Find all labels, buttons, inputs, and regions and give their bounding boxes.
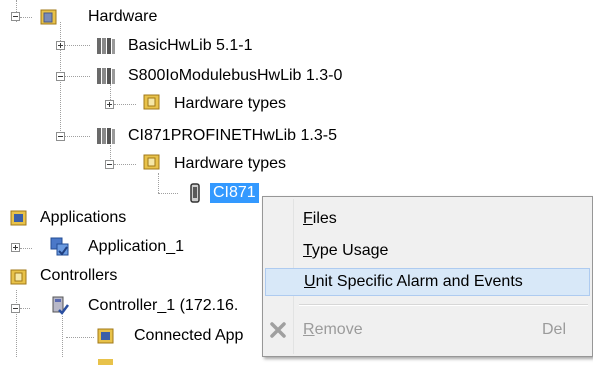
tree-line xyxy=(20,17,32,18)
tree-item-applications[interactable]: Applications xyxy=(40,208,126,228)
tree-line xyxy=(20,308,30,309)
controller-icon xyxy=(50,296,70,321)
menu-item-remove[interactable]: Remove Del xyxy=(265,316,590,344)
collapse-toggle[interactable] xyxy=(56,72,65,81)
tree-item-hardware[interactable]: Hardware xyxy=(88,7,157,27)
menu-item-remove-label: Remove xyxy=(303,321,363,339)
tree-item-s800iomodulebushwlib[interactable]: S800IoModulebusHwLib 1.3-0 xyxy=(128,66,342,86)
hardware-unit-icon xyxy=(188,183,202,208)
folder-icon xyxy=(40,8,58,31)
library-icon xyxy=(95,36,117,61)
menu-item-unit-alarm-label: Unit Specific Alarm and Events xyxy=(304,273,523,291)
tree-item-application-1[interactable]: Application_1 xyxy=(88,237,184,257)
tree-item-ci871[interactable]: CI871 xyxy=(210,183,259,203)
label-rest: ype Usage xyxy=(311,242,389,259)
tree-item-controllers[interactable]: Controllers xyxy=(40,266,117,286)
folder-icon xyxy=(143,153,161,176)
tree-line xyxy=(64,76,90,77)
collapse-toggle[interactable] xyxy=(105,160,114,169)
label-rest: iles xyxy=(312,210,337,227)
tree-item-hardware-types[interactable]: Hardware types xyxy=(174,94,286,114)
application-icon xyxy=(97,327,115,350)
folder-icon xyxy=(10,268,28,291)
folder-icon xyxy=(97,352,115,370)
tree-line xyxy=(64,136,90,137)
tree-line xyxy=(158,193,178,194)
menu-item-files[interactable]: Files xyxy=(265,205,590,233)
menu-item-type-usage-label: Type Usage xyxy=(303,242,388,260)
application-icon xyxy=(10,209,28,232)
tree-line xyxy=(16,290,17,357)
tree-line xyxy=(114,164,136,165)
library-icon xyxy=(95,126,117,151)
remove-icon xyxy=(269,321,289,344)
collapse-toggle[interactable] xyxy=(11,304,20,313)
tree-item-ci871profinethwlib[interactable]: CI871PROFINETHwLib 1.3-5 xyxy=(128,126,337,146)
expand-toggle[interactable] xyxy=(105,100,114,109)
menu-item-files-label: Files xyxy=(303,210,337,228)
application-icon xyxy=(50,237,70,262)
tree-line xyxy=(158,173,159,193)
mnemonic: R xyxy=(303,321,315,338)
mnemonic: F xyxy=(303,210,313,227)
tree-item-connected-applications[interactable]: Connected App xyxy=(134,326,243,346)
tree-item-basichwlib[interactable]: BasicHwLib 5.1-1 xyxy=(128,36,253,56)
tree-line xyxy=(114,104,136,105)
library-icon xyxy=(95,66,117,91)
tree-line xyxy=(20,248,32,249)
collapse-toggle[interactable] xyxy=(11,12,20,21)
menu-item-remove-shortcut: Del xyxy=(541,321,566,338)
mnemonic: T xyxy=(303,242,312,259)
tree-line xyxy=(62,316,63,357)
menu-item-unit-specific-alarm-and-events[interactable]: Unit Specific Alarm and Events xyxy=(265,268,590,296)
expand-toggle[interactable] xyxy=(11,243,20,252)
tree-line xyxy=(64,45,90,46)
tree-item-controller-1[interactable]: Controller_1 (172.16. xyxy=(88,296,238,316)
mnemonic: U xyxy=(304,273,316,290)
tree-item-hardware-types[interactable]: Hardware types xyxy=(174,154,286,174)
expand-toggle[interactable] xyxy=(56,41,65,50)
context-menu: Files Type Usage Unit Specific Alarm and… xyxy=(262,196,593,357)
tree-line xyxy=(66,337,94,338)
menu-item-type-usage[interactable]: Type Usage xyxy=(265,237,590,265)
folder-icon xyxy=(143,93,161,116)
collapse-toggle[interactable] xyxy=(56,132,65,141)
label-rest: emove xyxy=(314,321,363,338)
menu-separator-highlight xyxy=(299,305,588,306)
label-rest: nit Specific Alarm and Events xyxy=(315,273,523,290)
